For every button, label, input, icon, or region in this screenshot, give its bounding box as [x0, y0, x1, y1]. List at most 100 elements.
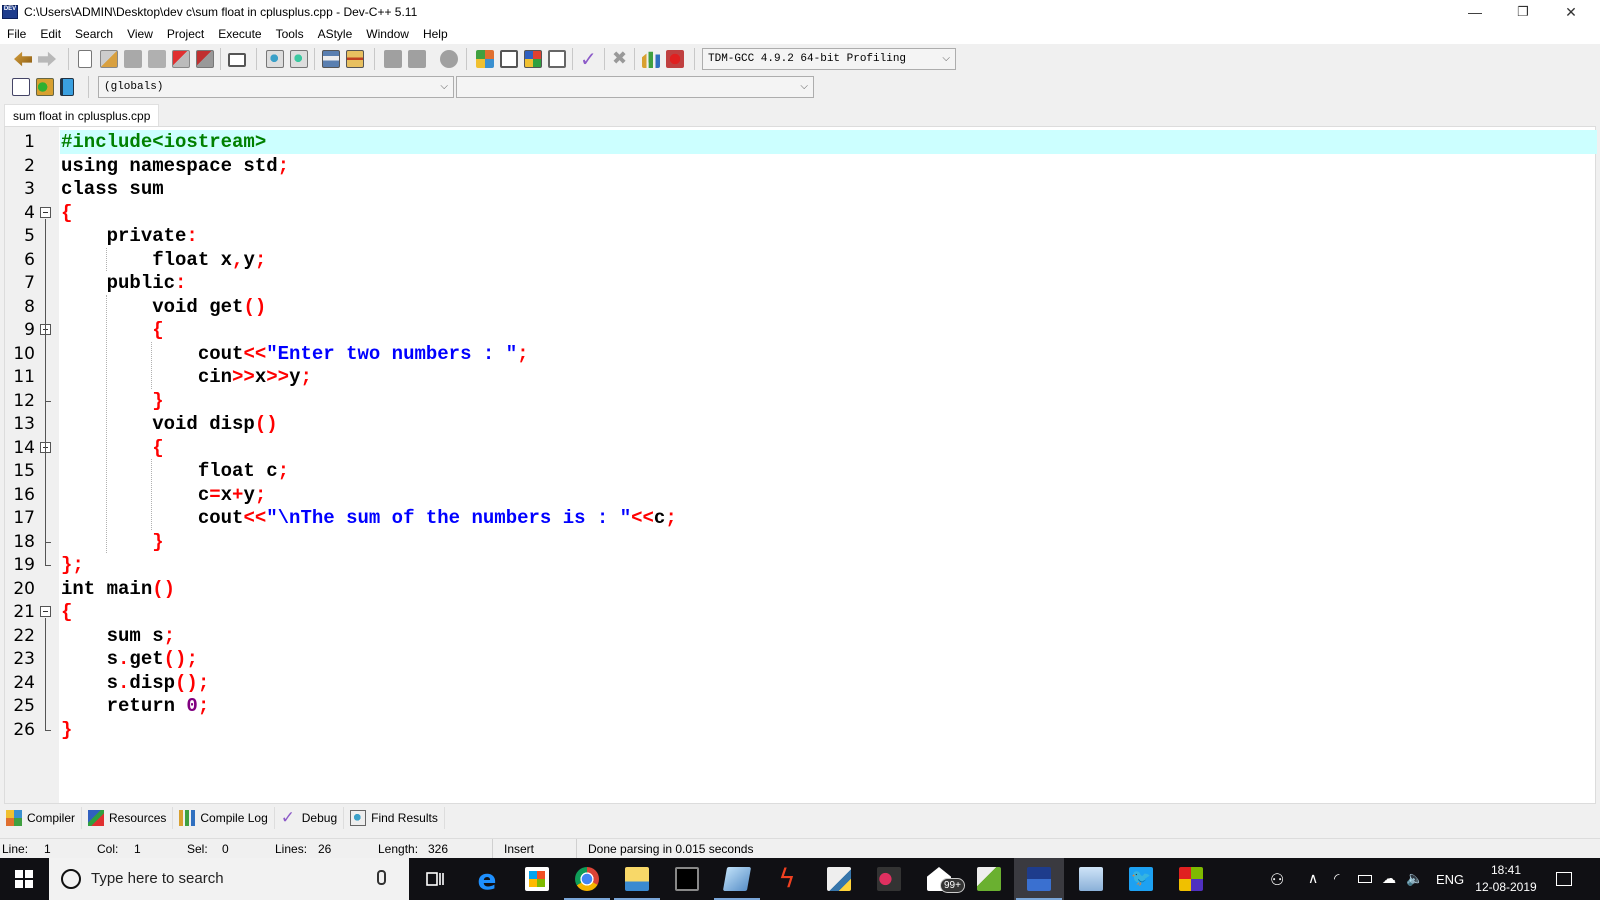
- code-line[interactable]: 2 using namespace std;: [5, 154, 1595, 178]
- taskbar-chrome[interactable]: [562, 858, 612, 900]
- microphone-icon[interactable]: [377, 870, 386, 885]
- code-line[interactable]: 9 {: [5, 318, 1595, 342]
- redo-icon[interactable]: [38, 51, 56, 67]
- tab-compiler[interactable]: Compiler: [0, 807, 83, 829]
- stop-execution-icon[interactable]: ✖: [612, 50, 630, 68]
- volume-control[interactable]: 🔈: [1406, 858, 1423, 900]
- run-icon[interactable]: [500, 50, 518, 68]
- onedrive-status[interactable]: ☁: [1382, 858, 1396, 900]
- taskbar-twitter[interactable]: 🐦: [1116, 858, 1166, 900]
- taskbar-notepad-plus[interactable]: [964, 858, 1014, 900]
- editor-tab-sum-float[interactable]: sum float in cplusplus.cpp: [4, 104, 160, 126]
- taskbar-python[interactable]: [814, 858, 864, 900]
- menu-execute[interactable]: Execute: [211, 24, 268, 44]
- people-button[interactable]: ⚇: [1270, 858, 1284, 900]
- menu-window[interactable]: Window: [359, 24, 416, 44]
- code-line[interactable]: 6 float x,y;: [5, 248, 1595, 272]
- rebuild-all-icon[interactable]: [548, 50, 566, 68]
- taskbar-mail[interactable]: 99+: [914, 858, 965, 900]
- taskbar-command-prompt[interactable]: [662, 858, 712, 900]
- taskbar-office[interactable]: [1166, 858, 1216, 900]
- compile-icon[interactable]: [476, 50, 494, 68]
- new-project-icon[interactable]: [12, 78, 30, 96]
- code-line[interactable]: 3 class sum: [5, 177, 1595, 201]
- tab-find-results[interactable]: Find Results: [344, 807, 445, 829]
- code-line[interactable]: 22 sum s;: [5, 624, 1595, 648]
- print-icon[interactable]: [228, 53, 246, 67]
- menu-tools[interactable]: Tools: [269, 24, 311, 44]
- code-line[interactable]: 19};: [5, 553, 1595, 577]
- code-line[interactable]: 21 {: [5, 600, 1595, 624]
- taskbar-flash[interactable]: ϟ: [762, 858, 812, 900]
- code-line[interactable]: 15 float c;: [5, 459, 1595, 483]
- code-line[interactable]: 20 int main(): [5, 577, 1595, 601]
- code-line[interactable]: 26}: [5, 718, 1595, 742]
- taskbar-edge[interactable]: e: [462, 858, 512, 900]
- globals-select[interactable]: (globals) ⌵: [98, 76, 454, 98]
- code-editor[interactable]: 1 #include<iostream> 2 using namespace std;…: [4, 126, 1597, 804]
- code-line[interactable]: 4{: [5, 201, 1595, 225]
- taskbar-search-box[interactable]: Type here to search: [49, 858, 409, 900]
- save-icon[interactable]: [124, 50, 142, 68]
- save-all-icon[interactable]: [148, 50, 166, 68]
- add-to-project-icon[interactable]: [36, 78, 54, 96]
- code-line[interactable]: 11 cin>>x>>y;: [5, 365, 1595, 389]
- tab-resources[interactable]: Resources: [82, 807, 174, 829]
- close-all-icon[interactable]: [196, 50, 214, 68]
- compile-run-icon[interactable]: [524, 50, 542, 68]
- start-button[interactable]: [0, 858, 48, 900]
- code-line[interactable]: 10 cout<<"Enter two numbers : ";: [5, 342, 1595, 366]
- tab-compile-log[interactable]: Compile Log: [173, 807, 275, 829]
- code-line[interactable]: 24 s.disp();: [5, 671, 1595, 695]
- taskbar-store[interactable]: [512, 858, 562, 900]
- minimize-button[interactable]: —: [1452, 0, 1498, 24]
- bookmark-icon[interactable]: [440, 50, 458, 68]
- code-line[interactable]: 18 }: [5, 530, 1595, 554]
- menu-project[interactable]: Project: [160, 24, 211, 44]
- delete-profile-icon[interactable]: [666, 50, 684, 68]
- open-file-icon[interactable]: [100, 50, 118, 68]
- menu-edit[interactable]: Edit: [33, 24, 68, 44]
- menu-view[interactable]: View: [120, 24, 160, 44]
- input-language[interactable]: ENG: [1436, 858, 1464, 900]
- code-line[interactable]: 12 }: [5, 389, 1595, 413]
- profile-icon[interactable]: [642, 51, 660, 68]
- code-line[interactable]: 8 void get(): [5, 295, 1595, 319]
- taskbar-devcpp[interactable]: [1014, 858, 1064, 900]
- code-line[interactable]: 5 private:: [5, 224, 1595, 248]
- indent-icon[interactable]: [322, 50, 340, 68]
- task-view-button[interactable]: [410, 858, 460, 900]
- unindent-icon[interactable]: [346, 50, 364, 68]
- syntax-check-icon[interactable]: ✓: [580, 49, 598, 69]
- code-line[interactable]: 23 s.get();: [5, 647, 1595, 671]
- close-button[interactable]: ✕: [1548, 0, 1594, 24]
- new-file-icon[interactable]: [78, 50, 92, 68]
- close-file-icon[interactable]: [172, 50, 190, 68]
- undo-icon[interactable]: [14, 51, 32, 67]
- code-line[interactable]: 25 return 0;: [5, 694, 1595, 718]
- code-line[interactable]: 16 c=x+y;: [5, 483, 1595, 507]
- find-icon[interactable]: [266, 50, 284, 68]
- code-line[interactable]: 14 {: [5, 436, 1595, 460]
- taskbar-notepad[interactable]: [712, 858, 762, 900]
- tab-debug[interactable]: ✓ Debug: [275, 807, 345, 829]
- code-line[interactable]: 17 cout<<"\nThe sum of the numbers is : …: [5, 506, 1595, 530]
- remove-from-project-icon[interactable]: [60, 78, 74, 96]
- restore-button[interactable]: ❐: [1500, 0, 1546, 24]
- taskbar-wordpad[interactable]: [1066, 858, 1116, 900]
- compiler-select[interactable]: TDM-GCC 4.9.2 64-bit Profiling ⌵: [702, 48, 956, 70]
- members-select[interactable]: ⌵: [456, 76, 814, 98]
- code-line[interactable]: 1 #include<iostream>: [5, 130, 1595, 154]
- code-line[interactable]: 13 void disp(): [5, 412, 1595, 436]
- battery-status[interactable]: [1358, 858, 1372, 900]
- wifi-status[interactable]: ◜: [1334, 858, 1339, 900]
- clock[interactable]: 18:41 12-08-2019: [1474, 858, 1538, 900]
- menu-astyle[interactable]: AStyle: [311, 24, 360, 44]
- replace-icon[interactable]: [290, 50, 308, 68]
- action-center-button[interactable]: [1556, 858, 1572, 900]
- goto-back-icon[interactable]: [384, 50, 402, 68]
- code-line[interactable]: 7 public:: [5, 271, 1595, 295]
- menu-search[interactable]: Search: [68, 24, 120, 44]
- goto-forward-icon[interactable]: [408, 50, 426, 68]
- taskbar-file-explorer[interactable]: [612, 858, 662, 900]
